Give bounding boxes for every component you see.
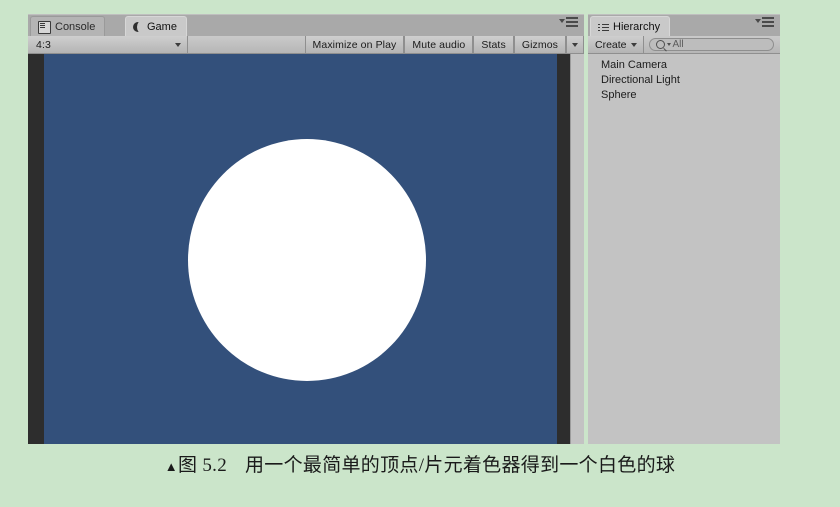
hierarchy-search-input[interactable]: All <box>648 38 774 51</box>
figure-caption: ▲图 5.2 用一个最简单的顶点/片元着色器得到一个白色的球 <box>0 450 840 477</box>
caption-text: 用一个最简单的顶点/片元着色器得到一个白色的球 <box>245 455 676 476</box>
chevron-down-icon[interactable] <box>666 43 671 46</box>
game-camera-output <box>44 54 557 444</box>
unity-editor-window: Console Game 4:3 Maximize on Play Mute a… <box>28 14 780 444</box>
caption-marker: ▲ <box>164 459 178 474</box>
toolbar-spacer <box>188 36 305 53</box>
caption-figure-number: 5.2 <box>202 455 227 476</box>
chevron-down-icon <box>572 42 578 47</box>
create-button-label: Create <box>595 38 627 51</box>
letterbox-left <box>28 54 44 444</box>
tab-hierarchy-label: Hierarchy <box>613 21 661 33</box>
game-view-render-area[interactable] <box>28 54 584 444</box>
game-panel-tabstrip: Console Game <box>28 14 584 37</box>
letterbox-right <box>557 54 571 444</box>
hierarchy-item-main-camera[interactable]: Main Camera <box>588 58 780 73</box>
chevron-down-icon <box>630 42 637 47</box>
gizmos-dropdown-button[interactable] <box>566 36 584 53</box>
game-toolbar: 4:3 Maximize on Play Mute audio Stats Gi… <box>28 36 584 54</box>
hierarchy-object-list: Main Camera Directional Light Sphere <box>588 55 780 444</box>
aspect-ratio-dropdown[interactable]: 4:3 <box>28 36 188 53</box>
hierarchy-panel: Hierarchy Create All Main Camera Directi… <box>588 14 780 444</box>
hamburger-icon <box>566 17 578 19</box>
maximize-on-play-button[interactable]: Maximize on Play <box>304 36 405 53</box>
stats-button[interactable]: Stats <box>473 36 514 53</box>
hierarchy-panel-menu-icon[interactable] <box>755 17 774 23</box>
tab-hierarchy[interactable]: Hierarchy <box>590 16 671 37</box>
tab-game-label: Game <box>147 21 177 33</box>
hamburger-icon <box>762 17 774 19</box>
hierarchy-search-value: All <box>672 39 684 50</box>
hierarchy-icon <box>598 23 609 32</box>
caption-figure-label: 图 <box>177 455 198 476</box>
search-icon <box>655 40 665 49</box>
gizmos-button[interactable]: Gizmos <box>513 36 566 53</box>
hierarchy-item-directional-light[interactable]: Directional Light <box>588 73 780 88</box>
tab-console-label: Console <box>55 21 96 33</box>
mute-audio-button[interactable]: Mute audio <box>404 36 474 53</box>
game-view-icon <box>133 21 145 33</box>
game-panel: Console Game 4:3 Maximize on Play Mute a… <box>28 14 584 444</box>
console-icon <box>38 20 51 34</box>
aspect-ratio-value: 4:3 <box>36 38 51 51</box>
tab-game[interactable]: Game <box>125 16 187 37</box>
hierarchy-panel-tabstrip: Hierarchy <box>588 14 780 37</box>
hierarchy-toolbar: Create All <box>588 36 780 54</box>
create-button[interactable]: Create <box>588 36 644 53</box>
chevron-down-icon <box>559 19 565 23</box>
chevron-down-icon <box>175 42 181 47</box>
game-view-scrollbar[interactable] <box>570 54 584 444</box>
tab-console[interactable]: Console <box>30 16 106 37</box>
sphere-object <box>188 139 426 381</box>
hierarchy-item-sphere[interactable]: Sphere <box>588 88 780 103</box>
chevron-down-icon <box>755 19 761 23</box>
game-panel-menu-icon[interactable] <box>559 17 578 23</box>
